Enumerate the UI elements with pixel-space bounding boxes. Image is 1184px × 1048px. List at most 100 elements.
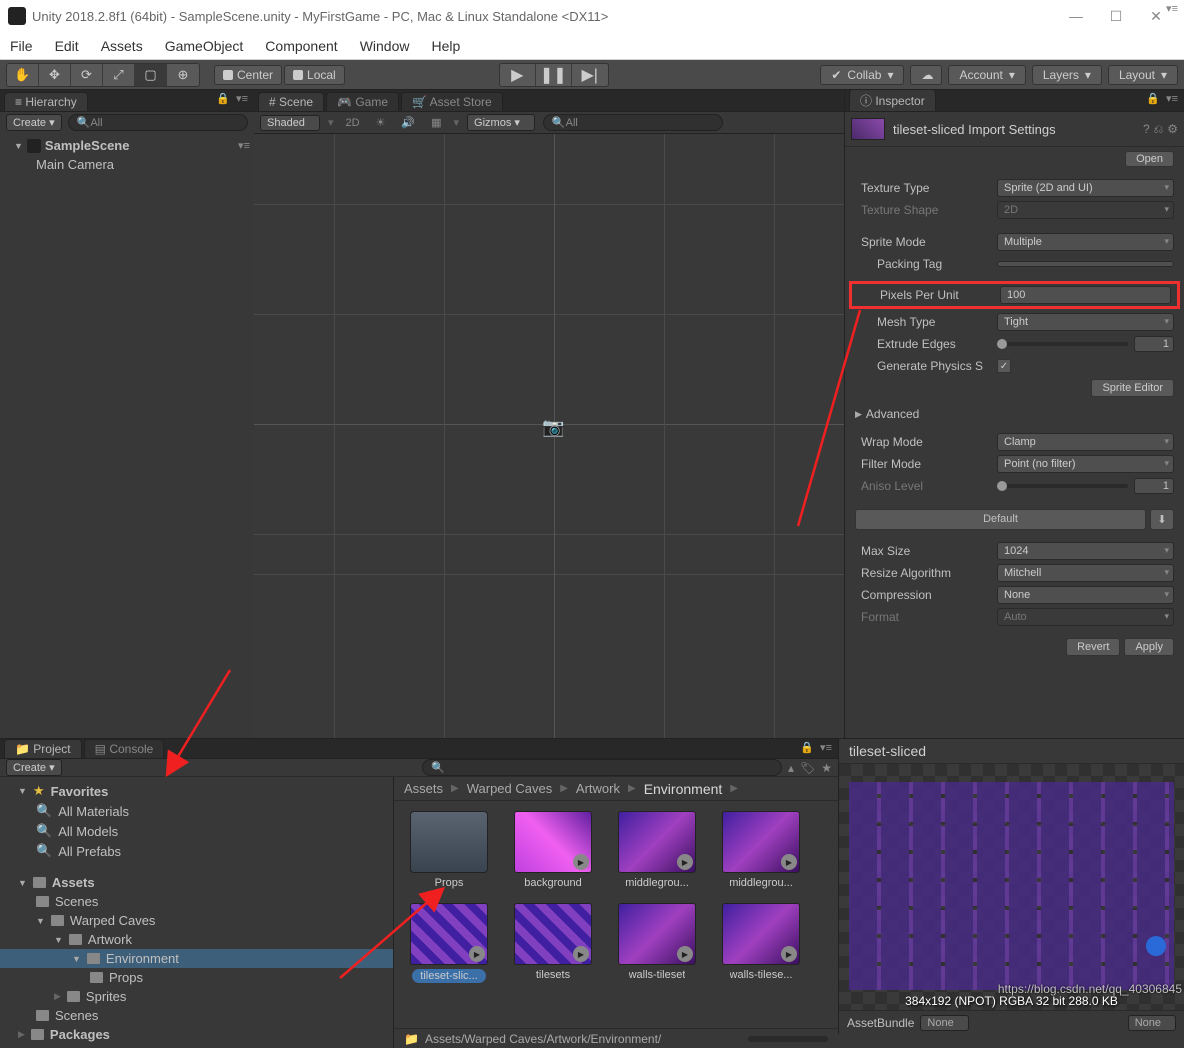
play-button[interactable]: ▶ (500, 64, 536, 86)
minimize-button[interactable]: — (1056, 8, 1096, 24)
sprite-editor-button[interactable]: Sprite Editor (1091, 379, 1174, 397)
hierarchy-item-camera[interactable]: Main Camera (0, 155, 254, 174)
ppu-input[interactable]: 100 (1000, 286, 1171, 304)
open-button[interactable]: Open (1125, 151, 1174, 167)
scene-viewport[interactable]: 📷 (254, 134, 844, 738)
fav-all-prefabs[interactable]: 🔍All Prefabs (0, 841, 393, 861)
platform-default[interactable]: Default (855, 509, 1146, 530)
expand-icon[interactable]: ▶ (573, 946, 589, 962)
menu-window[interactable]: Window (360, 38, 410, 54)
apply-button[interactable]: Apply (1124, 638, 1174, 656)
filter-icon[interactable]: ▴ (788, 761, 794, 775)
lock-icon[interactable]: 🔒 (1146, 92, 1160, 105)
expand-icon[interactable]: ▶ (677, 854, 693, 870)
hand-tool[interactable]: ✋ (7, 64, 39, 86)
tab-game[interactable]: 🎮 Game (326, 92, 399, 111)
step-button[interactable]: ▶| (572, 64, 608, 86)
sprites-folder[interactable]: ▶Sprites (0, 987, 393, 1006)
lighting-icon[interactable]: ☀ (372, 116, 390, 129)
bc-environment[interactable]: Environment (644, 781, 723, 797)
scenes2-folder[interactable]: Scenes (0, 1006, 393, 1025)
project-search[interactable]: 🔍 (422, 759, 782, 776)
pivot-local[interactable]: Local (284, 65, 345, 85)
warped-caves-folder[interactable]: ▼Warped Caves (0, 911, 393, 930)
assets-folder[interactable]: ▼Assets (0, 873, 393, 892)
expand-icon[interactable]: ▶ (781, 946, 797, 962)
move-tool[interactable]: ✥ (39, 64, 71, 86)
menu-gameobject[interactable]: GameObject (165, 38, 244, 54)
packages-folder[interactable]: ▶Packages (0, 1025, 393, 1044)
shading-dropdown[interactable]: Shaded (260, 115, 320, 131)
menu-icon[interactable]: ▾≡ (236, 92, 248, 105)
audio-icon[interactable]: 🔊 (397, 116, 419, 129)
menu-icon[interactable]: ▾≡ (1166, 2, 1178, 15)
compression-select[interactable]: None (997, 586, 1174, 604)
collab-dropdown[interactable]: ✔ Collab ▾ (820, 65, 904, 85)
mode-2d[interactable]: 2D (341, 117, 363, 129)
project-create[interactable]: Create ▾ (6, 759, 62, 776)
favorites-folder[interactable]: ▼★Favorites (0, 781, 393, 801)
asset-background[interactable]: ▶background (508, 811, 598, 889)
lock-icon[interactable]: 🔒 (216, 92, 230, 105)
asset-props[interactable]: Props (404, 811, 494, 889)
tab-console[interactable]: ▤ Console (84, 739, 165, 758)
wrap-select[interactable]: Clamp (997, 433, 1174, 451)
advanced-section[interactable]: ▶Advanced (845, 403, 1184, 425)
fav-all-models[interactable]: 🔍All Models (0, 821, 393, 841)
max-size-select[interactable]: 1024 (997, 542, 1174, 560)
props-folder[interactable]: Props (0, 968, 393, 987)
multi-tool[interactable]: ⊕ (167, 64, 199, 86)
fx-icon[interactable]: ▦ (427, 116, 445, 129)
environment-folder[interactable]: ▼Environment (0, 949, 393, 968)
expand-icon[interactable]: ▶ (573, 854, 589, 870)
expand-icon[interactable]: ▶ (469, 946, 485, 962)
asset-middleground2[interactable]: ▶middlegrou... (716, 811, 806, 889)
scale-tool[interactable]: ⤢ (103, 64, 135, 86)
scene-search[interactable]: 🔍All (543, 114, 723, 131)
artwork-folder[interactable]: ▼Artwork (0, 930, 393, 949)
expand-icon[interactable]: ▶ (781, 854, 797, 870)
gizmos-dropdown[interactable]: Gizmos ▾ (467, 114, 535, 131)
hierarchy-create[interactable]: Create ▾ (6, 114, 62, 131)
maximize-button[interactable]: ☐ (1096, 8, 1136, 25)
lock-icon[interactable]: 🔒 (800, 741, 814, 754)
resize-select[interactable]: Mitchell (997, 564, 1174, 582)
texture-type-select[interactable]: Sprite (2D and UI) (997, 179, 1174, 197)
platform-standalone-icon[interactable]: ⬇ (1150, 509, 1174, 530)
menu-edit[interactable]: Edit (55, 38, 79, 54)
zoom-slider[interactable] (748, 1036, 828, 1042)
filter-select[interactable]: Point (no filter) (997, 455, 1174, 473)
menu-icon[interactable]: ▾≡ (1166, 92, 1178, 105)
pause-button[interactable]: ❚❚ (536, 64, 572, 86)
revert-button[interactable]: Revert (1066, 638, 1120, 656)
assetbundle-name[interactable]: None (920, 1015, 968, 1031)
scenes-folder[interactable]: Scenes (0, 892, 393, 911)
bc-warped[interactable]: Warped Caves (467, 781, 553, 796)
fav-all-materials[interactable]: 🔍All Materials (0, 801, 393, 821)
inspector-tab[interactable]: ⓘ Inspector (849, 89, 936, 111)
tab-assetstore[interactable]: 🛒 Asset Store (401, 92, 503, 111)
menu-file[interactable]: File (10, 38, 33, 54)
bc-assets[interactable]: Assets (404, 781, 443, 796)
account-dropdown[interactable]: Account ▾ (948, 65, 1025, 85)
gen-physics-checkbox[interactable]: ✓ (997, 359, 1011, 373)
menu-help[interactable]: Help (431, 38, 460, 54)
assetbundle-variant[interactable]: None (1128, 1015, 1176, 1031)
star-icon[interactable]: ★ (821, 761, 832, 775)
cloud-button[interactable]: ☁ (910, 65, 942, 85)
label-icon[interactable]: 🏷 (800, 761, 815, 775)
preset-icon[interactable]: ⎌ (1154, 122, 1164, 137)
sprite-mode-select[interactable]: Multiple (997, 233, 1174, 251)
menu-icon[interactable]: ▾≡ (820, 741, 832, 754)
hierarchy-tab[interactable]: ≡ Hierarchy (4, 92, 88, 111)
menu-component[interactable]: Component (265, 38, 337, 54)
tab-project[interactable]: 📁 Project (4, 739, 82, 758)
menu-assets[interactable]: Assets (101, 38, 143, 54)
layout-dropdown[interactable]: Layout ▾ (1108, 65, 1178, 85)
asset-tileset-sliced[interactable]: ▶tileset-slic... (404, 903, 494, 983)
tab-scene[interactable]: # Scene (258, 92, 324, 111)
hierarchy-search[interactable]: 🔍All (68, 114, 248, 131)
expand-icon[interactable]: ▶ (677, 946, 693, 962)
bc-artwork[interactable]: Artwork (576, 781, 620, 796)
rotate-tool[interactable]: ⟳ (71, 64, 103, 86)
